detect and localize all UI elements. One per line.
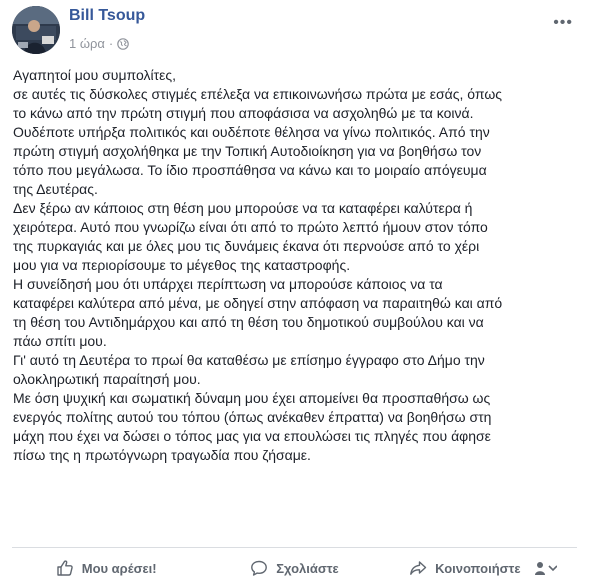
post-body-line: τη θέση του Αντιδημάρχου και από τη θέση… xyxy=(13,314,484,330)
share-label: Κοινοποιήστε xyxy=(435,560,521,576)
post-body-line: Ουδέποτε υπήρξα πολιτικός και ουδέποτε θ… xyxy=(13,124,490,140)
post-body-line: Δεν ξέρω αν κάποιος στη θέση μου μπορούσ… xyxy=(13,200,473,216)
author-name-link[interactable]: Bill Tsoup xyxy=(69,7,145,25)
post-body-line: πίσω της η πρωτόγνωρη τραγωδία που ζήσαμ… xyxy=(13,447,311,463)
post-actions: Μου αρέσει! Σχολιάστε Κοινοποιήστε xyxy=(12,552,577,584)
post-body-line: τόπο που μεγάλωσα. Το ίδιο προσπάθησα να… xyxy=(13,162,487,178)
avatar[interactable] xyxy=(12,6,60,54)
post-body-line: ολοκληρωτική παραίτησή μου. xyxy=(13,371,201,387)
post-body-line: της πυρκαγιάς και με όλες μου τις δυνάμε… xyxy=(13,238,480,254)
post-body-line: χειρότερα. Αυτό που γνωρίζω είναι ότι απ… xyxy=(13,219,488,235)
post-timestamp[interactable]: 1 ώρα xyxy=(69,36,105,51)
post-body-line: μου για να περιορίσουμε το μέγεθος της κ… xyxy=(13,257,351,273)
post-body-line: πρώτη στιγμή ασχολήθηκα με την Τοπική Αυ… xyxy=(13,143,482,159)
post-body-line: Με όση ψυχική και σωματική δύναμη μου έχ… xyxy=(13,390,491,406)
post-body-line: το κάνω από την πρώτη στιγμή που αποφάσι… xyxy=(13,105,474,121)
like-label: Μου αρέσει! xyxy=(81,560,157,576)
comment-button[interactable]: Σχολιάστε xyxy=(200,552,388,584)
post-body-line: Γι' αυτό τη Δευτέρα το πρωί θα καταθέσω … xyxy=(13,352,485,368)
facebook-post: Bill Tsoup 1 ώρα · ••• Αγαπητοί μου συμπ… xyxy=(0,0,589,587)
share-audience-icon[interactable] xyxy=(534,560,557,576)
meta-separator: · xyxy=(108,36,114,51)
post-body-line: πάω σπίτι μου. xyxy=(13,333,107,349)
share-arrow-icon xyxy=(409,559,427,577)
actions-divider xyxy=(12,547,577,548)
post-body-line: μάχη που έχει να δώσει ο τόπος μας για ν… xyxy=(13,428,491,444)
thumbs-up-icon xyxy=(56,559,74,577)
comment-label: Σχολιάστε xyxy=(276,560,339,576)
post-body-line: σε αυτές τις δύσκολες στιγμές επέλεξα να… xyxy=(13,86,503,102)
share-button[interactable]: Κοινοποιήστε xyxy=(389,552,577,584)
post-body-line: Η συνείδησή μου ότι υπάρχει περίπτωση να… xyxy=(13,276,443,292)
post-body: Αγαπητοί μου συμπολίτες, σε αυτές τις δύσ… xyxy=(13,66,579,465)
comment-icon xyxy=(250,559,268,577)
post-body-line: ενεργός πολίτης αυτού του τόπου (όπως αν… xyxy=(13,409,492,425)
like-button[interactable]: Μου αρέσει! xyxy=(12,552,200,584)
globe-icon[interactable] xyxy=(117,37,130,50)
post-meta: 1 ώρα · xyxy=(69,36,130,51)
post-body-line: Αγαπητοί μου συμπολίτες, xyxy=(13,67,177,83)
post-body-line: καταφέρει καλύτερα από μένα, με οδηγεί σ… xyxy=(13,295,503,311)
post-options-menu[interactable]: ••• xyxy=(553,14,573,32)
post-header: Bill Tsoup 1 ώρα · ••• xyxy=(12,6,579,56)
post-body-line: της Δευτέρας. xyxy=(13,181,98,197)
